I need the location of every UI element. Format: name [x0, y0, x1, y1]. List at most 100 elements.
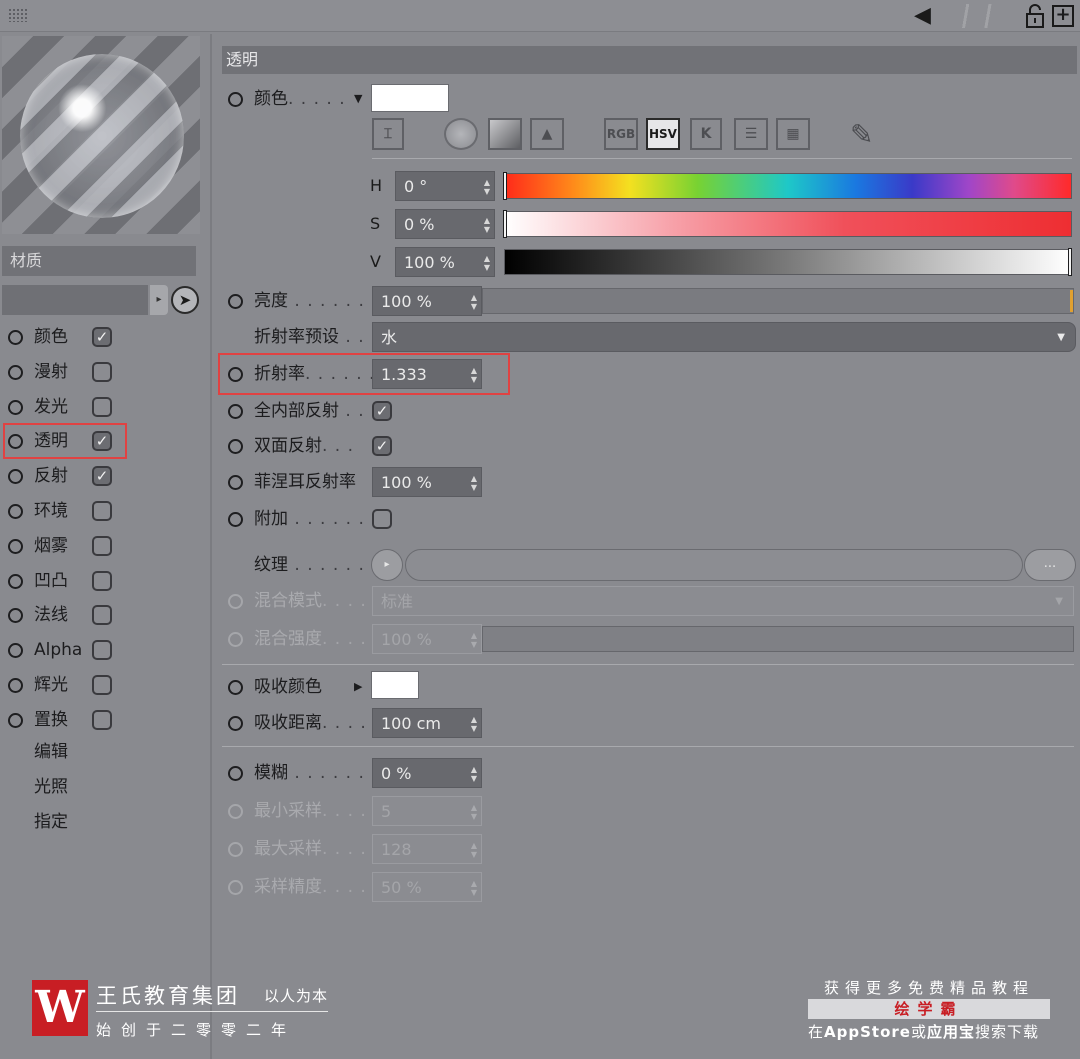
texture-slot[interactable]: [405, 549, 1023, 581]
assign-item[interactable]: 指定: [34, 807, 68, 837]
triangle-down-icon[interactable]: ▼: [354, 84, 362, 114]
brightness-slider[interactable]: [482, 288, 1074, 314]
grip-dots-icon[interactable]: [8, 8, 28, 22]
hue-slider[interactable]: [504, 173, 1072, 199]
absorb-color-radio[interactable]: [228, 680, 243, 695]
channel-radio[interactable]: [8, 608, 23, 623]
channel-checkbox[interactable]: [92, 605, 112, 625]
h-field[interactable]: 0 ° ▲ ▼: [395, 171, 495, 201]
blur-radio[interactable]: [228, 766, 243, 781]
v-field[interactable]: 100 % ▲ ▼: [395, 247, 495, 277]
ior-field[interactable]: 1.333 ▲ ▼: [372, 359, 482, 389]
channel-radio[interactable]: [8, 400, 23, 415]
kelvin-mode-button[interactable]: K: [690, 118, 722, 150]
channel-radio[interactable]: [8, 678, 23, 693]
spinner-icon[interactable]: ▲ ▼: [471, 715, 477, 733]
absorb-color-swatch[interactable]: [371, 671, 419, 699]
channel-checkbox[interactable]: [92, 501, 112, 521]
channel-row[interactable]: 凹凸: [6, 566, 206, 596]
texture-expand-icon[interactable]: ▸: [371, 549, 403, 581]
channel-checkbox[interactable]: ✓: [92, 327, 112, 347]
fresnel-field[interactable]: 100 % ▲ ▼: [372, 467, 482, 497]
eyedropper-icon[interactable]: ✎: [850, 118, 873, 151]
spinner-icon[interactable]: ▲ ▼: [471, 293, 477, 311]
blur-field[interactable]: 0 % ▲ ▼: [372, 758, 482, 788]
channel-checkbox[interactable]: [92, 536, 112, 556]
channel-row[interactable]: Alpha: [6, 635, 206, 665]
channel-row[interactable]: 发光: [6, 392, 206, 422]
channel-checkbox[interactable]: [92, 397, 112, 417]
triangle-right-icon[interactable]: ▶: [354, 672, 362, 702]
spinner-icon[interactable]: ▲ ▼: [471, 366, 477, 384]
new-window-icon[interactable]: +: [1052, 5, 1074, 27]
channel-checkbox[interactable]: [92, 362, 112, 382]
channel-radio[interactable]: [8, 365, 23, 380]
channel-checkbox[interactable]: [92, 640, 112, 660]
chevron-right-icon[interactable]: ▸: [150, 285, 168, 315]
total-internal-radio[interactable]: [228, 404, 243, 419]
channel-row[interactable]: 透明 ✓: [3, 423, 127, 459]
additive-radio[interactable]: [228, 512, 243, 527]
saturation-slider[interactable]: [504, 211, 1072, 237]
brightness-field[interactable]: 100 % ▲ ▼: [372, 286, 482, 316]
double-sided-checkbox[interactable]: ✓: [372, 436, 392, 456]
value-handle[interactable]: [1068, 248, 1072, 276]
swatches-icon[interactable]: ▦: [776, 118, 810, 150]
channel-row[interactable]: 置换: [6, 705, 206, 735]
spectrum-icon[interactable]: [488, 118, 522, 150]
rgb-mode-button[interactable]: RGB: [604, 118, 638, 150]
channel-radio[interactable]: [8, 713, 23, 728]
color-swatch[interactable]: [371, 84, 449, 112]
absorb-distance-radio[interactable]: [228, 716, 243, 731]
spinner-icon[interactable]: ▲ ▼: [484, 254, 490, 272]
color-wheel-icon[interactable]: [444, 118, 478, 150]
total-internal-checkbox[interactable]: ✓: [372, 401, 392, 421]
channel-checkbox[interactable]: [92, 571, 112, 591]
channel-radio[interactable]: [8, 469, 23, 484]
channel-radio[interactable]: [8, 574, 23, 589]
illumination-item[interactable]: 光照: [34, 772, 68, 802]
texture-more-button[interactable]: ...: [1024, 549, 1076, 581]
channel-row[interactable]: 烟雾: [6, 531, 206, 561]
channel-radio[interactable]: [8, 643, 23, 658]
brightness-radio[interactable]: [228, 294, 243, 309]
fresnel-radio[interactable]: [228, 475, 243, 490]
value-slider[interactable]: [504, 249, 1072, 275]
channel-checkbox[interactable]: [92, 675, 112, 695]
spinner-icon[interactable]: ▲ ▼: [484, 216, 490, 234]
channel-checkbox[interactable]: [92, 710, 112, 730]
material-preview[interactable]: [2, 36, 200, 234]
s-field[interactable]: 0 % ▲ ▼: [395, 209, 495, 239]
spinner-icon[interactable]: ▲ ▼: [471, 765, 477, 783]
channel-row[interactable]: 辉光: [6, 670, 206, 700]
brightness-handle[interactable]: [1070, 290, 1073, 312]
channel-radio[interactable]: [8, 539, 23, 554]
edit-item[interactable]: 编辑: [34, 737, 68, 767]
channel-row[interactable]: 漫射: [6, 357, 206, 387]
channel-radio[interactable]: [8, 504, 23, 519]
channel-radio[interactable]: [8, 434, 23, 449]
channel-row[interactable]: 法线: [6, 600, 206, 630]
additive-checkbox[interactable]: [372, 509, 392, 529]
sliders-icon[interactable]: ☰: [734, 118, 768, 150]
hsv-mode-button[interactable]: HSV: [646, 118, 680, 150]
spinner-icon[interactable]: ▲ ▼: [471, 474, 477, 492]
color-radio[interactable]: [228, 92, 243, 107]
material-dropdown[interactable]: [2, 285, 148, 315]
back-arrow-icon[interactable]: ◀: [914, 4, 931, 28]
ior-radio[interactable]: [228, 367, 243, 382]
pointer-pick-icon[interactable]: ➤: [171, 286, 199, 314]
channel-row[interactable]: 颜色 ✓: [6, 322, 206, 352]
hue-handle[interactable]: [503, 172, 507, 200]
double-sided-radio[interactable]: [228, 439, 243, 454]
channel-checkbox[interactable]: ✓: [92, 431, 112, 451]
absorb-distance-field[interactable]: 100 cm ▲ ▼: [372, 708, 482, 738]
channel-row[interactable]: 环境: [6, 496, 206, 526]
lock-icon[interactable]: [1024, 3, 1046, 35]
spinner-icon[interactable]: ▲ ▼: [484, 178, 490, 196]
channel-radio[interactable]: [8, 330, 23, 345]
ior-preset-dropdown[interactable]: 水 ▼: [372, 322, 1076, 352]
texture-tool-icon[interactable]: ⌶: [372, 118, 404, 150]
channel-row[interactable]: 反射 ✓: [6, 461, 206, 491]
image-picker-icon[interactable]: ▲: [530, 118, 564, 150]
